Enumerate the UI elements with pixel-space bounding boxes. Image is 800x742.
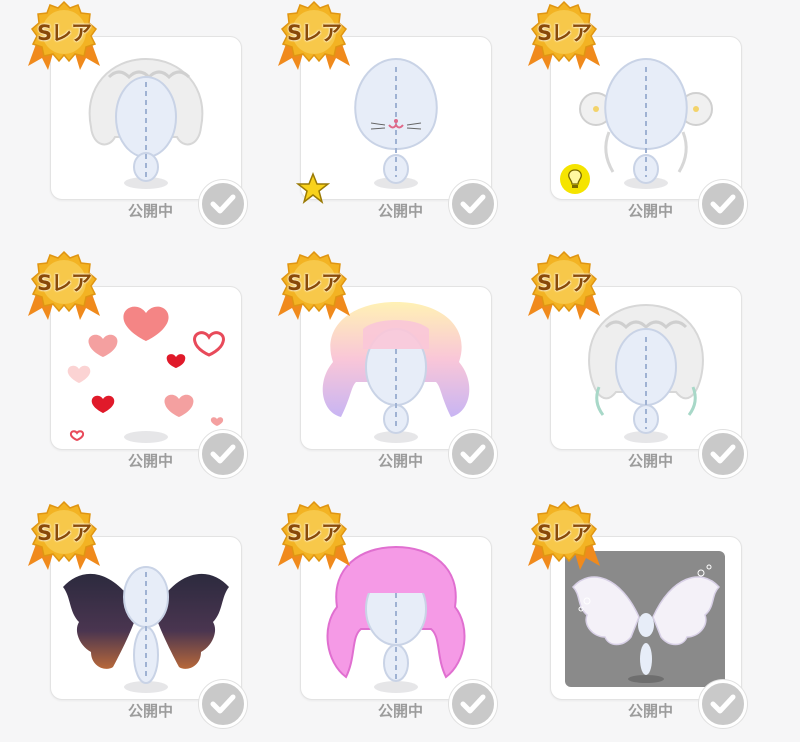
item-card-4[interactable]: Sレア 公開中 [22,250,262,478]
badge-label: Sレア [536,521,592,545]
lightbulb-icon [560,164,590,194]
item-card-6[interactable]: Sレア 公開中 [522,250,762,478]
check-toggle[interactable] [199,680,247,728]
badge-label: Sレア [286,271,342,295]
status-label: 公開中 [128,452,174,470]
check-toggle[interactable] [449,430,497,478]
badge-label: Sレア [286,521,342,545]
status-label: 公開中 [378,702,424,720]
check-toggle[interactable] [449,180,497,228]
item-card-1[interactable]: Sレア 公開中 [22,0,262,228]
check-icon [710,444,736,464]
s-rare-badge: Sレア [274,250,354,322]
badge-label: Sレア [36,21,92,45]
check-toggle[interactable] [449,680,497,728]
check-icon [460,194,486,214]
check-toggle[interactable] [199,180,247,228]
s-rare-badge: Sレア [24,500,104,572]
check-toggle[interactable] [699,680,747,728]
check-icon [710,194,736,214]
badge-label: Sレア [36,521,92,545]
s-rare-badge: Sレア [524,250,604,322]
check-icon [210,194,236,214]
item-grid: Sレア 公開中 Sレア 公開中 Sレア 公開中 Sレア 公開中 Sレア 公開中 … [0,0,800,742]
status-label: 公開中 [378,202,424,220]
item-card-8[interactable]: Sレア 公開中 [272,500,512,728]
status-label: 公開中 [628,452,674,470]
item-card-9[interactable]: Sレア 公開中 [522,500,762,728]
status-label: 公開中 [128,202,174,220]
s-rare-badge: Sレア [524,0,604,72]
s-rare-badge: Sレア [274,0,354,72]
check-toggle[interactable] [199,430,247,478]
star-icon [296,172,330,204]
s-rare-badge: Sレア [524,500,604,572]
item-card-5[interactable]: Sレア 公開中 [272,250,512,478]
item-card-7[interactable]: Sレア 公開中 [22,500,262,728]
check-icon [210,444,236,464]
status-label: 公開中 [628,702,674,720]
check-icon [710,694,736,714]
s-rare-badge: Sレア [24,250,104,322]
status-label: 公開中 [378,452,424,470]
check-icon [460,444,486,464]
status-label: 公開中 [628,202,674,220]
s-rare-badge: Sレア [24,0,104,72]
badge-label: Sレア [286,21,342,45]
check-toggle[interactable] [699,430,747,478]
check-toggle[interactable] [699,180,747,228]
status-label: 公開中 [128,702,174,720]
badge-label: Sレア [536,271,592,295]
item-card-3[interactable]: Sレア 公開中 [522,0,762,228]
badge-label: Sレア [36,271,92,295]
check-icon [460,694,486,714]
item-card-2[interactable]: Sレア 公開中 [272,0,512,228]
badge-label: Sレア [536,21,592,45]
s-rare-badge: Sレア [274,500,354,572]
check-icon [210,694,236,714]
